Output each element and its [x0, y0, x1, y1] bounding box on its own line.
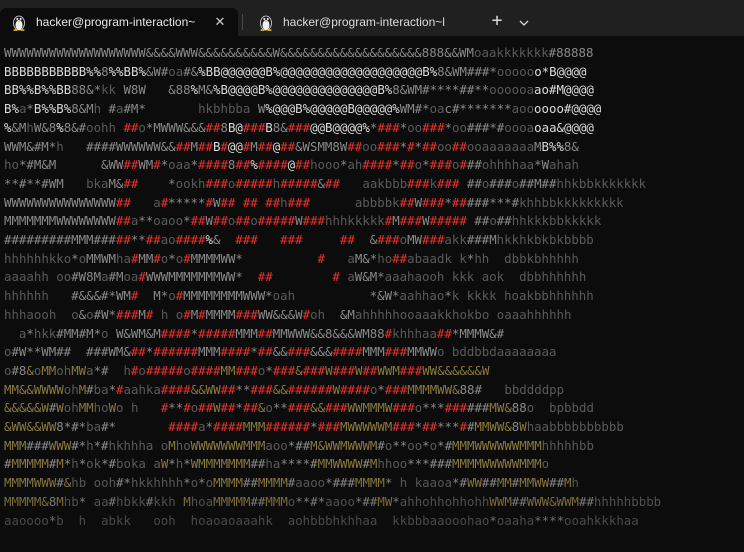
- terminal-line: o#W**WM## ###WM&##*######MMM####*##&&###…: [4, 344, 557, 360]
- terminal-line: &WW&&WW8*#*ba#* ####a*####MMM######*###M…: [4, 419, 624, 435]
- terminal-line: **#**#WM bkaM&## *ookh###o#####h#####&##…: [4, 175, 647, 191]
- terminal-line: MM&&WWWWohM#ba*#aahka####&&WW##**###&&##…: [4, 381, 565, 397]
- terminal-line: hhhhhh #&&&#*WM# M*o#MMMMMMMMWWW*oah *&W…: [4, 288, 594, 304]
- terminal-line: BB%%B%%BB88&*kk W8W &88%M&%B@@@@B%@@@@@@…: [4, 82, 594, 98]
- terminal-line: a*hkk#MM#M*o W&WM&M####*#####MMM##MMWWW&…: [18, 325, 505, 341]
- terminal-line: WWWWWWWWWWWWWWW## a#*****#W## ## ##h### …: [4, 194, 624, 210]
- terminal-line: #########MMM#####**##ao####%& ### ### ##…: [4, 232, 594, 248]
- terminal-line: MMMMMMMWWWWWWWW##a**oaoo*##W##o##o#####W…: [4, 213, 602, 229]
- linux-penguin-icon: [257, 13, 275, 31]
- terminal-line: o#8&oMMohMWa*# h#o#####o####MM###o*###&#…: [4, 362, 490, 378]
- terminal-line: BBBBBBBBBBB%%8%%BB%&W#oa#&%BB@@@@@@B%@@@…: [4, 63, 587, 79]
- terminal-line: ho*#M&M &WW##WM#*oaa*####8##%####@##hooo…: [4, 157, 579, 173]
- terminal-line: aaaahh oo#W8Ma#Moa#WWWMMMMMMMWW* ## # aW…: [4, 269, 587, 285]
- new-tab-button[interactable]: +: [482, 6, 512, 34]
- close-icon[interactable]: ✕: [210, 12, 230, 32]
- title-bar: hacker@program-interaction~ ✕ hacker@pro…: [0, 0, 744, 36]
- terminal-line: %&MhW&8%8&#oohh ##o*MWWW&&&##8B@###B8&##…: [4, 119, 594, 135]
- terminal-line: #MMMMM#M*h*ok*#boka aW*h*WMMMMMMM##ha***…: [4, 456, 550, 472]
- terminal-line: MMMMWWW#&hb ooh#*hkkhhhh*o*oMMMM##MMMM#a…: [4, 475, 579, 491]
- tab-program-interaction-2[interactable]: hacker@program-interaction~l: [247, 8, 482, 36]
- terminal-line: aaoooo*b h abkk ooh hoaoaoaaahk aohbbbhk…: [4, 512, 639, 528]
- tab-program-interaction-1[interactable]: hacker@program-interaction~ ✕: [0, 8, 238, 36]
- tab-divider: [242, 14, 243, 30]
- terminal-line: &&&&&W#WohMMhoWo h #**#o##W##*##&o**###&…: [4, 400, 594, 416]
- tab-label: hacker@program-interaction~l: [283, 15, 445, 29]
- terminal-line: WWM&#M*h ####WWWWWW&&##M##B#@@#M##@##&WS…: [4, 138, 579, 154]
- terminal-line: B%a*B%%B%8&Mh #a#M* hkbhbba W%@@@B%@@@@@…: [4, 101, 602, 117]
- terminal-line: hhhhhhkko*oMMWMha#MM#o*o#MMMMWW* # aM&*h…: [4, 250, 579, 266]
- terminal-line: WWWWWWWWWWWWWWWWWWW&&&&WWW&&&&&&&&&&W&&&…: [4, 45, 594, 60]
- ascii-art-output: WWWWWWWWWWWWWWWWWWW&&&&WWW&&&&&&&&&&W&&&…: [4, 44, 744, 530]
- chevron-down-icon: [519, 11, 529, 30]
- tab-dropdown-button[interactable]: [512, 6, 536, 34]
- tab-label: hacker@program-interaction~: [36, 15, 196, 29]
- terminal-line: hhhaooh o&o#W*###M# h o#M#MMMM###WW&&&W#…: [4, 306, 572, 322]
- plus-icon: +: [491, 9, 503, 31]
- terminal-output[interactable]: WWWWWWWWWWWWWWWWWWW&&&&WWW&&&&&&&&&&W&&&…: [4, 44, 744, 552]
- linux-penguin-icon: [10, 13, 28, 31]
- terminal-line: MMM###WWW#*h*#hkhhha oMhoWWWWWWWMMMaoo*#…: [4, 437, 594, 453]
- terminal-line: MMMMM&8Mhb* aa#hbkk#kkh MhoaMMMMM##MMMo*…: [4, 493, 662, 509]
